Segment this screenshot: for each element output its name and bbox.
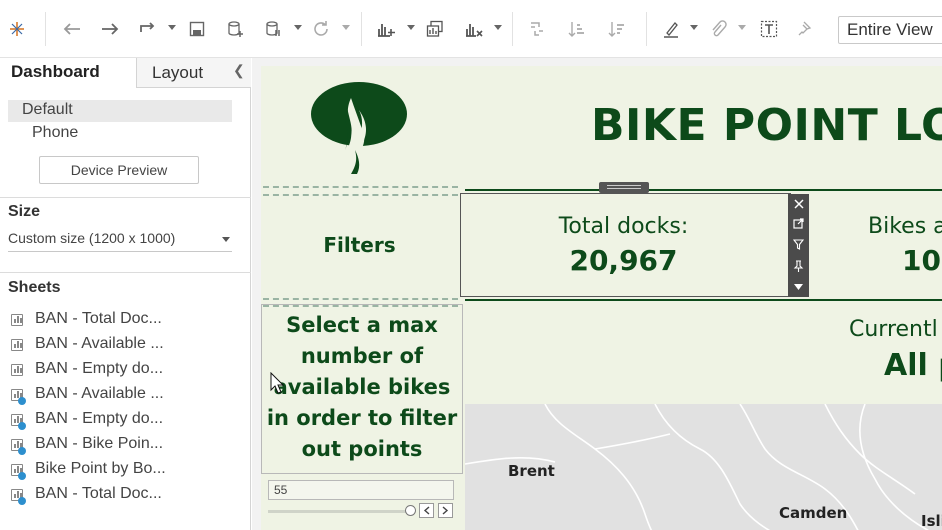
sheet-list: BAN - Total Doc... BAN - Available ... BAN…	[0, 308, 251, 508]
divider	[263, 298, 458, 300]
mouse-cursor-icon	[270, 371, 285, 398]
map-label-brent: Brent	[508, 462, 555, 480]
dashboard-title: BIKE POINT LOC	[591, 100, 942, 151]
sheet-item[interactable]: BAN - Total Doc...	[0, 308, 251, 333]
bikes-available-label: Bikes a	[868, 214, 942, 239]
sheets-title: Sheets	[8, 279, 61, 296]
in-use-check-icon	[18, 472, 26, 480]
sheet-item-label: BAN - Available ...	[35, 335, 164, 352]
map-label-camden: Camden	[779, 504, 848, 522]
in-use-check-icon	[18, 397, 26, 405]
sheet-item-label: BAN - Empty do...	[35, 360, 164, 377]
divider	[465, 189, 942, 191]
object-toolbar	[788, 194, 809, 297]
leaf-logo-icon	[311, 80, 411, 180]
sheet-item[interactable]: BAN - Available ...	[0, 333, 251, 358]
sheet-item-label: Bike Point by Bo...	[35, 460, 166, 477]
sheet-item-label: BAN - Bike Poin...	[35, 435, 164, 452]
duplicate-sheet-icon[interactable]	[424, 16, 446, 42]
filter-icon[interactable]	[791, 237, 806, 252]
map-label-islington: Isli	[921, 512, 942, 530]
current-filter-value: All p	[884, 348, 942, 383]
worksheet-icon	[11, 339, 23, 351]
clear-sheet-icon[interactable]	[462, 16, 486, 42]
tab-dashboard[interactable]: Dashboard	[0, 58, 136, 88]
sheet-item[interactable]: Bike Point by Bo...	[0, 458, 251, 483]
sort-ascending-icon[interactable]	[566, 16, 588, 42]
close-icon[interactable]	[791, 196, 806, 211]
decrement-button[interactable]	[419, 503, 434, 518]
divider	[263, 186, 458, 188]
in-use-check-icon	[18, 422, 26, 430]
worksheet-icon	[11, 364, 23, 376]
sheet-item[interactable]: BAN - Total Doc...	[0, 483, 251, 508]
sort-descending-icon[interactable]	[606, 16, 628, 42]
dashboard-pane: Dashboard Layout ❮ Default Phone Device …	[0, 58, 251, 530]
chevron-down-icon	[222, 237, 230, 242]
total-docks-label: Total docks:	[558, 214, 689, 239]
toolbar: Entire View	[0, 0, 942, 58]
size-select[interactable]: Custom size (1200 x 1000)	[8, 230, 232, 252]
highlight-icon[interactable]	[660, 16, 682, 42]
pin-icon[interactable]	[791, 258, 806, 273]
sheet-item-label: BAN - Total Doc...	[35, 310, 162, 327]
sheet-item[interactable]: BAN - Bike Poin...	[0, 433, 251, 458]
sheet-item[interactable]: BAN - Empty do...	[0, 408, 251, 433]
in-use-check-icon	[18, 447, 26, 455]
pin-icon[interactable]	[795, 16, 817, 42]
max-bikes-filter-input[interactable]: 55	[268, 480, 454, 500]
move-handle[interactable]	[599, 182, 649, 193]
swap-icon[interactable]	[526, 16, 548, 42]
go-to-sheet-icon[interactable]	[791, 216, 806, 231]
divider	[465, 299, 942, 301]
size-value: Custom size (1200 x 1000)	[8, 230, 176, 246]
collapse-pane-icon[interactable]: ❮	[233, 62, 245, 79]
bike-point-map[interactable]: Brent Camden Isli	[465, 404, 942, 530]
more-options-icon[interactable]	[791, 279, 806, 294]
max-bikes-slider-thumb[interactable]	[405, 505, 416, 516]
save-icon[interactable]	[186, 16, 208, 42]
view-mode-select[interactable]: Entire View	[838, 16, 942, 44]
worksheet-icon	[11, 314, 23, 326]
refresh-icon[interactable]	[310, 16, 332, 42]
increment-button[interactable]	[438, 503, 453, 518]
undo-icon[interactable]	[60, 16, 84, 42]
sheet-item-label: BAN - Available ...	[35, 385, 164, 402]
sheet-item-label: BAN - Empty do...	[35, 410, 164, 427]
labels-icon[interactable]	[758, 16, 780, 42]
sheet-item-label: BAN - Total Doc...	[35, 485, 162, 502]
size-title: Size	[8, 203, 41, 220]
total-docks-value: 20,967	[569, 244, 678, 277]
redo-icon[interactable]	[98, 16, 122, 42]
filters-heading: Filters	[323, 233, 396, 257]
divider	[263, 194, 458, 196]
new-worksheet-icon[interactable]	[374, 16, 398, 42]
pane-tabs: Dashboard Layout ❮	[0, 58, 251, 88]
dashboard-canvas: BIKE POINT LOC Filters Total docks: 20,9…	[252, 58, 942, 530]
device-preview-button[interactable]: Device Preview	[39, 156, 199, 184]
replay-icon[interactable]	[136, 16, 160, 42]
tableau-logo-icon[interactable]	[6, 16, 28, 42]
current-filter-label: Currentl	[849, 317, 938, 342]
bikes-available-value: 10,	[902, 244, 942, 277]
new-datasource-icon[interactable]	[224, 16, 246, 42]
dashboard: BIKE POINT LOC Filters Total docks: 20,9…	[261, 66, 942, 530]
device-default[interactable]: Default	[8, 100, 232, 122]
filter-instruction: Select a max number of available bikes i…	[261, 304, 463, 474]
sheet-item[interactable]: BAN - Empty do...	[0, 358, 251, 383]
sheet-item[interactable]: BAN - Available ...	[0, 383, 251, 408]
max-bikes-slider-track[interactable]	[268, 510, 410, 513]
in-use-check-icon	[18, 497, 26, 505]
annotate-icon[interactable]	[707, 16, 729, 42]
device-phone[interactable]: Phone	[32, 124, 78, 142]
pause-updates-icon[interactable]	[262, 16, 284, 42]
